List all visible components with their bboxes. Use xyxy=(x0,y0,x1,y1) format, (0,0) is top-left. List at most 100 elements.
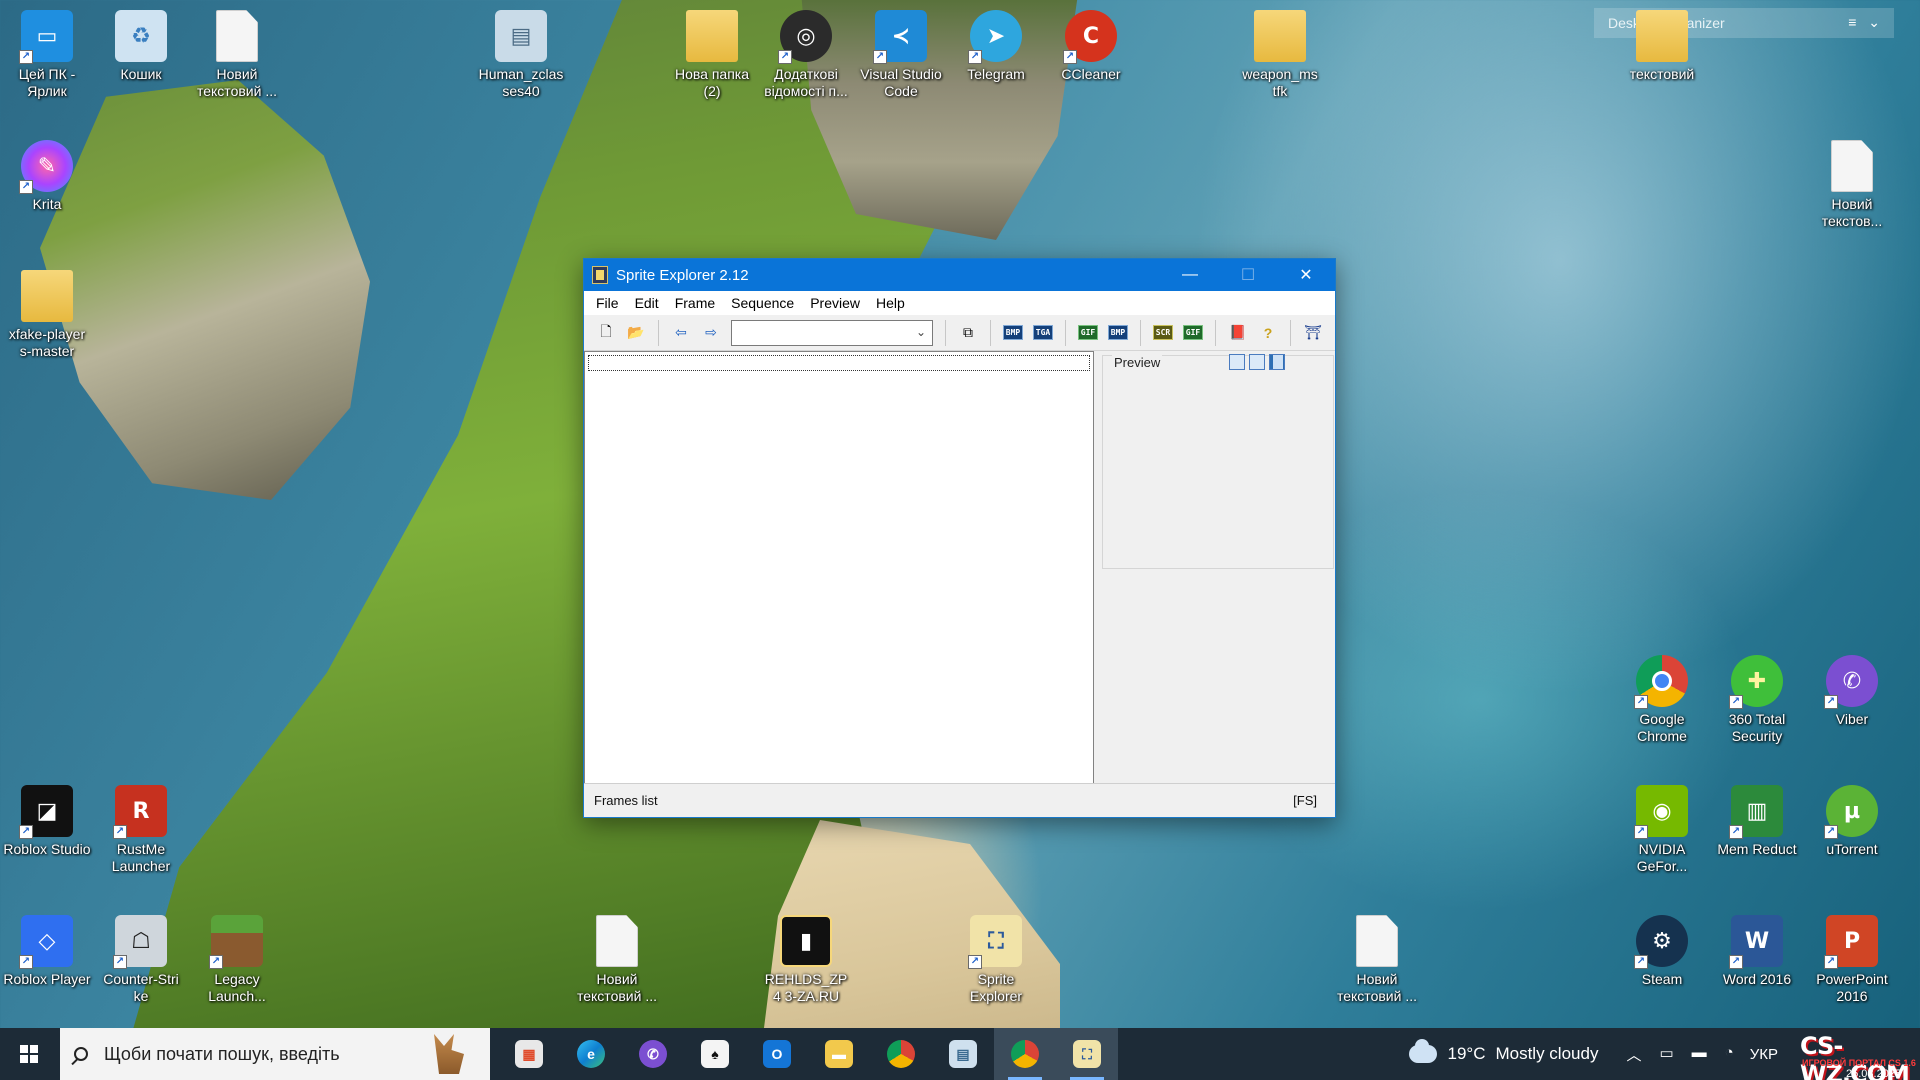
desktop-icon-text-document[interactable]: Новий текстовий ... xyxy=(192,10,282,100)
organizer-controls-icon[interactable]: ≡ ⌄ xyxy=(1848,14,1884,31)
desktop-icon-new-folder-2[interactable]: Нова папка (2) xyxy=(667,10,757,100)
desktop-icon-recycle-bin[interactable]: ♻ Кошик xyxy=(96,10,186,83)
menu-sequence[interactable]: Sequence xyxy=(723,295,802,311)
desktop-icon-roblox-player[interactable]: ◇ ↗ Roblox Player xyxy=(2,915,92,988)
weather-cloud-icon[interactable] xyxy=(1409,1039,1438,1063)
exit-icon[interactable]: ⛩ xyxy=(1299,319,1327,347)
windows-logo-icon xyxy=(20,1045,38,1063)
taskbar-viber[interactable]: ✆ xyxy=(622,1028,684,1080)
desktop-icon-krita[interactable]: ✎ ↗ Krita xyxy=(2,140,92,213)
menu-file[interactable]: File xyxy=(588,295,627,311)
desktop-icon-mem-reduct[interactable]: ▥ ↗ Mem Reduct xyxy=(1712,785,1802,858)
desktop-icon-nvidia[interactable]: ◉ ↗ NVIDIA GeFor... xyxy=(1617,785,1707,875)
desktop-icon-rustme[interactable]: R ↗ RustMe Launcher xyxy=(96,785,186,875)
folder-icon xyxy=(1636,10,1688,62)
weather-temp[interactable]: 19°C xyxy=(1447,1044,1485,1064)
menu-help[interactable]: Help xyxy=(868,295,913,311)
taskbar-solitaire[interactable]: ♠ xyxy=(684,1028,746,1080)
desktop-icon-powerpoint[interactable]: P ↗ PowerPoint 2016 xyxy=(1807,915,1897,1005)
start-button[interactable] xyxy=(0,1028,58,1080)
desktop-icon-viber[interactable]: ✆ ↗ Viber xyxy=(1807,655,1897,728)
desktop-icon-sprite-explorer[interactable]: ⛶ ↗ Sprite Explorer xyxy=(951,915,1041,1005)
desktop-icon-counter-strike[interactable]: ☖ ↗ Counter-Stri ke xyxy=(96,915,186,1005)
sprite-explorer-icon xyxy=(592,266,608,284)
fit-to-window-icon[interactable] xyxy=(1249,354,1265,370)
taskbar-edge[interactable]: e xyxy=(560,1028,622,1080)
desktop-icon-text-document-2[interactable]: Новий текстов... xyxy=(1807,140,1897,230)
new-file-icon[interactable]: 🗋 xyxy=(592,319,620,347)
wifi-icon[interactable]: ◔ xyxy=(1725,1044,1734,1065)
desktop-icon-text-document-3[interactable]: Новий текстовий ... xyxy=(572,915,662,1005)
sequence-combo[interactable]: ⌄ xyxy=(731,319,933,346)
taskbar-store[interactable]: ▦ xyxy=(498,1028,560,1080)
taskbar-document[interactable]: ▤ xyxy=(932,1028,994,1080)
frames-list-focus-row[interactable] xyxy=(588,355,1090,371)
desktop-icon-label: Цей ПК - Ярлик xyxy=(18,66,76,99)
roblox-player-icon: ◇ ↗ xyxy=(19,915,73,969)
desktop-icon-ccleaner[interactable]: C ↗ CCleaner xyxy=(1046,10,1136,83)
taskbar-file-explorer[interactable]: ▬ xyxy=(808,1028,870,1080)
desktop-icon-label: Word 2016 xyxy=(1722,971,1792,987)
desktop-icon-additional-info[interactable]: ◎ ↗ Додаткові відомості п... xyxy=(761,10,851,100)
desktop-icon-telegram[interactable]: ➤ ↗ Telegram xyxy=(951,10,1041,83)
help-book-icon[interactable]: 📕 xyxy=(1224,319,1252,347)
export-bmp-icon[interactable]: BMP xyxy=(999,319,1027,347)
export-anim-gif-icon[interactable]: GIF xyxy=(1179,319,1207,347)
desktop-icon-google-chrome[interactable]: ↗ Google Chrome xyxy=(1617,655,1707,745)
desktop-icon-utorrent[interactable]: µ ↗ uTorrent xyxy=(1807,785,1897,858)
desktop-icon-label: Legacy Launch... xyxy=(208,971,266,1004)
desktop-icon-label: uTorrent xyxy=(1826,841,1878,857)
taskbar-search[interactable]: Щоби почати пошук, введіть xyxy=(60,1028,490,1080)
desktop-icon-this-pc[interactable]: ▭ ↗ Цей ПК - Ярлик xyxy=(2,10,92,100)
taskbar-outlook[interactable]: O xyxy=(746,1028,808,1080)
back-arrow-icon[interactable]: ⇦ xyxy=(667,319,695,347)
battery-icon[interactable]: ▬ xyxy=(1692,1044,1707,1065)
export-scr-icon[interactable]: SCR xyxy=(1149,319,1177,347)
desktop-icon-human-zclasses[interactable]: ▤ Human_zclas ses40 xyxy=(476,10,566,100)
chevron-up-icon[interactable]: ︿ xyxy=(1626,1044,1641,1065)
language-indicator[interactable]: УКР xyxy=(1750,1046,1778,1063)
sprite-explorer-icon: ⛶ xyxy=(1073,1040,1101,1068)
desktop-icon-360-security[interactable]: ✚ ↗ 360 Total Security xyxy=(1712,655,1802,745)
menu-preview[interactable]: Preview xyxy=(802,295,868,311)
maximize-button[interactable]: ☐ xyxy=(1219,259,1277,291)
desktop-icon-label: xfake-player s-master xyxy=(8,326,86,359)
taskbar-chrome[interactable] xyxy=(870,1028,932,1080)
frames-list[interactable] xyxy=(584,351,1094,784)
desktop-icon-steam[interactable]: ⚙ ↗ Steam xyxy=(1617,915,1707,988)
desktop-icon-label: Новий текстовий ... xyxy=(1336,971,1417,1004)
open-folder-icon[interactable]: 📂 xyxy=(622,319,650,347)
forward-arrow-icon[interactable]: ⇨ xyxy=(697,319,725,347)
titlebar[interactable]: Sprite Explorer 2.12 — ☐ ✕ xyxy=(584,259,1335,291)
desktop-icon-text-folder[interactable]: текстовий xyxy=(1617,10,1707,83)
desktop-icon-legacy-launcher[interactable]: ↗ Legacy Launch... xyxy=(192,915,282,1005)
taskbar-chrome-profile[interactable] xyxy=(994,1028,1056,1080)
export-gif-icon[interactable]: GIF xyxy=(1074,319,1102,347)
desktop-icon-word[interactable]: W ↗ Word 2016 xyxy=(1712,915,1802,988)
desktop-icon-xfake-players[interactable]: xfake-player s-master xyxy=(2,270,92,360)
help-question-icon[interactable]: ? xyxy=(1254,319,1282,347)
menu-frame[interactable]: Frame xyxy=(667,295,723,311)
desktop-icon-text-document-4[interactable]: Новий текстовий ... xyxy=(1332,915,1422,1005)
chevron-down-icon[interactable]: ⌄ xyxy=(916,325,926,339)
close-button[interactable]: ✕ xyxy=(1277,259,1335,291)
export-bmp-seq-icon[interactable]: BMP xyxy=(1104,319,1132,347)
sprite-explorer-window[interactable]: Sprite Explorer 2.12 — ☐ ✕ File Edit Fra… xyxy=(583,258,1336,818)
export-tga-icon[interactable]: TGA xyxy=(1029,319,1057,347)
display-icon[interactable]: ▭ xyxy=(1659,1044,1673,1065)
desktop-icon-rehlds-zp[interactable]: ▮ REHLDS_ZP4 3-ZA.RU xyxy=(761,915,851,1005)
text-document-icon xyxy=(1831,140,1873,192)
utorrent-icon: µ ↗ xyxy=(1824,785,1878,839)
copy-icon[interactable]: ⧉ xyxy=(954,319,982,347)
menu-edit[interactable]: Edit xyxy=(627,295,667,311)
desktop-icon-vscode[interactable]: ≺ ↗ Visual Studio Code xyxy=(856,10,946,100)
clock-area[interactable]: CS-WZ.COM ИГРОВОЙ ПОРТАЛ CS 1.6 25.08.20… xyxy=(1790,1028,1920,1080)
taskbar-sprite-explorer[interactable]: ⛶ xyxy=(1056,1028,1118,1080)
minimize-button[interactable]: — xyxy=(1161,259,1219,291)
film-strip-icon[interactable] xyxy=(1269,354,1285,370)
desktop-icon-weapon-folder[interactable]: weapon_ms tfk xyxy=(1235,10,1325,100)
zoom-in-icon[interactable] xyxy=(1229,354,1245,370)
weather-text[interactable]: Mostly cloudy xyxy=(1495,1044,1598,1064)
desktop-icon-roblox-studio[interactable]: ◪ ↗ Roblox Studio xyxy=(2,785,92,858)
toolbar-separator xyxy=(990,319,991,346)
